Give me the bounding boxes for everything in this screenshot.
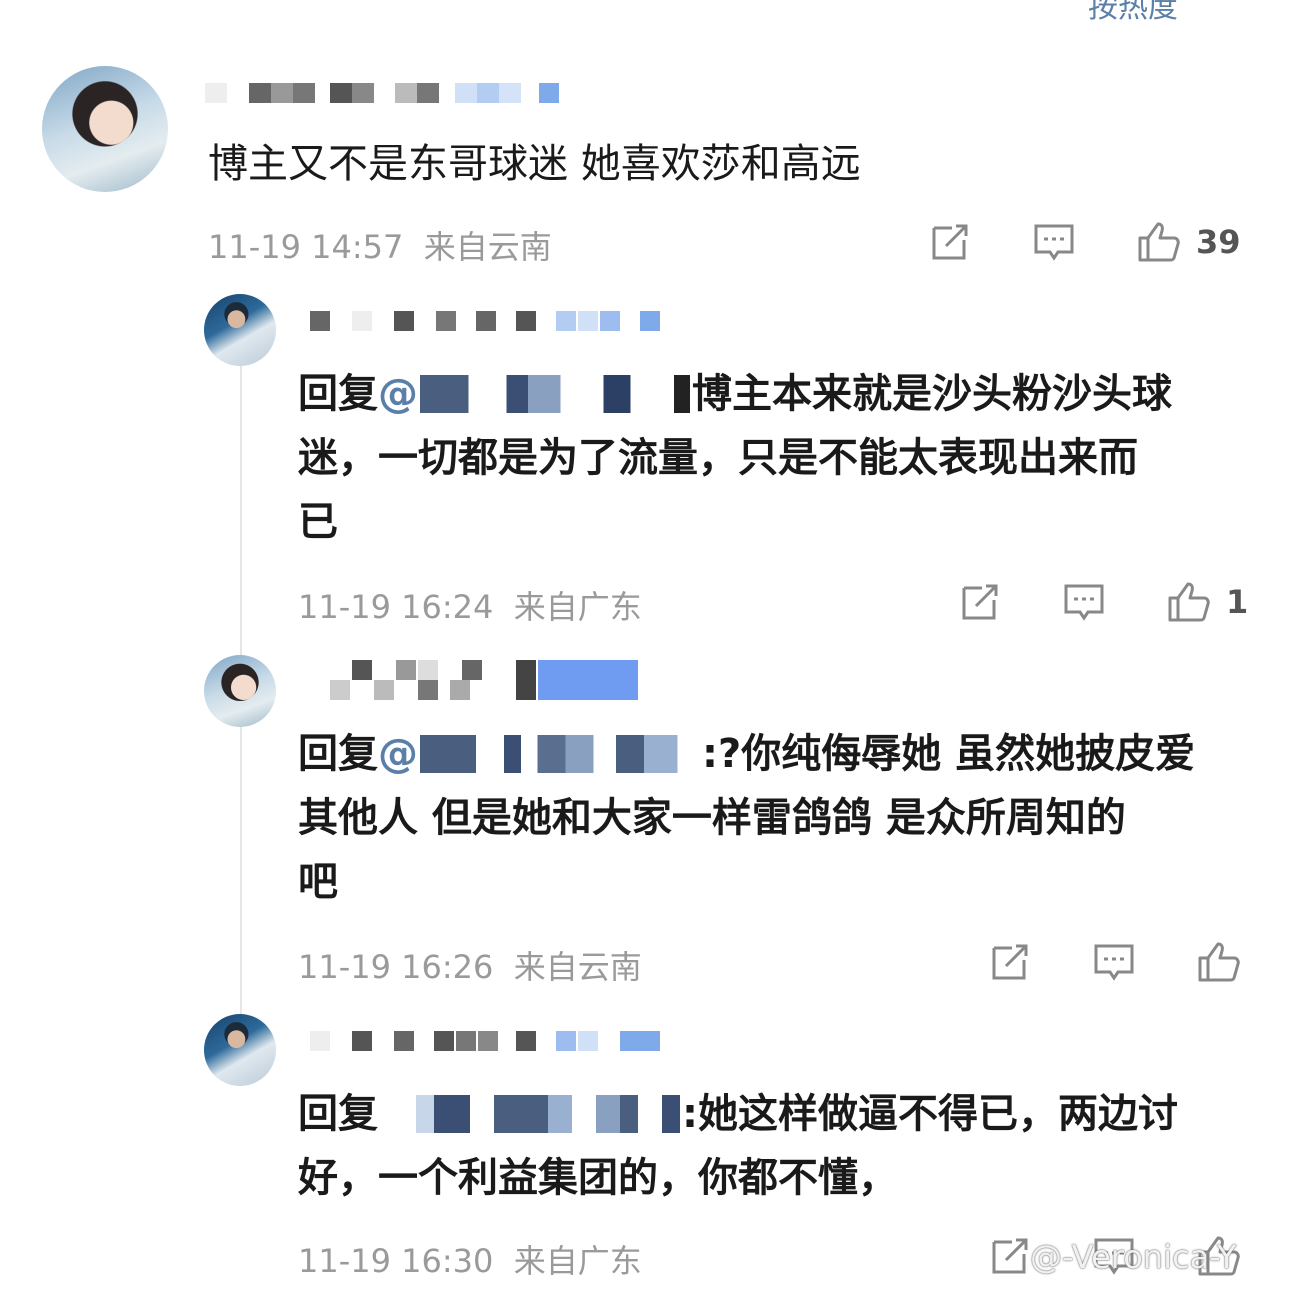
comment-time: 11-19 14:57: [208, 228, 404, 266]
comment-line-3: 已: [298, 499, 338, 545]
username-redacted[interactable]: [310, 1031, 670, 1051]
comment-actions: 1: [958, 580, 1248, 624]
mention-redacted[interactable]: [380, 1095, 680, 1133]
comment-icon[interactable]: [1062, 580, 1106, 624]
like-count: 1: [1226, 583, 1249, 621]
avatar[interactable]: [204, 294, 276, 366]
sort-by-hot-label[interactable]: 按热度: [1088, 0, 1178, 26]
comment-text: 回复 :她这样做逼不得已，两边讨 好，一个利益集团的，你都不懂，: [298, 1082, 1268, 1210]
like-icon[interactable]: [1196, 940, 1240, 984]
comment-location: 来自云南: [513, 948, 642, 986]
mention-link[interactable]: @: [378, 371, 418, 417]
comment-location: 来自云南: [423, 228, 552, 266]
comment-actions: 39: [928, 220, 1241, 264]
username-redacted[interactable]: [310, 311, 670, 331]
comment-meta: 11-19 16:30 来自广东: [298, 1236, 642, 1282]
comment-text: 博主又不是东哥球迷 她喜欢莎和高远: [208, 132, 861, 196]
like-icon[interactable]: [1136, 220, 1180, 264]
comment-time: 11-19 16:24: [298, 588, 494, 626]
share-icon[interactable]: [928, 220, 972, 264]
reply-prefix: 回复: [298, 731, 378, 777]
avatar[interactable]: [204, 1014, 276, 1086]
comment-line-2: 迷，一切都是为了流量，只是不能太表现出来而: [298, 435, 1138, 481]
avatar[interactable]: [204, 655, 276, 727]
comment-body: :?你纯侮辱她 虽然她披皮爱: [702, 731, 1196, 777]
mention-redacted[interactable]: [420, 375, 690, 413]
comment-icon[interactable]: [1032, 220, 1076, 264]
share-icon[interactable]: [958, 580, 1002, 624]
reply-prefix: 回复: [298, 371, 378, 417]
comment-meta: 11-19 14:57 来自云南: [208, 222, 552, 268]
like-count: 39: [1196, 223, 1241, 261]
comment-location: 来自广东: [513, 588, 642, 626]
watermark: @-Veronica-Y: [1030, 1238, 1237, 1276]
comment-line-2: 其他人 但是她和大家一样雷鸽鸽 是众所周知的: [298, 795, 1126, 841]
comment-body: 博主又不是东哥球迷 她喜欢莎和高远: [208, 141, 861, 187]
comment-text: 回复@ 博主本来就是沙头粉沙头球 迷，一切都是为了流量，只是不能太表现出来而 已: [298, 362, 1258, 554]
username-redacted[interactable]: [330, 660, 650, 700]
like-icon[interactable]: [1166, 580, 1210, 624]
comment-text: 回复@ :?你纯侮辱她 虽然她披皮爱 其他人 但是她和大家一样雷鸽鸽 是众所周知的…: [298, 722, 1268, 914]
comment-actions: [988, 940, 1256, 984]
comment-body: 博主本来就是沙头粉沙头球: [692, 371, 1172, 417]
comment-line-1: 回复 :她这样做逼不得已，两边讨: [298, 1082, 1268, 1146]
share-icon[interactable]: [988, 1234, 1032, 1278]
share-icon[interactable]: [988, 940, 1032, 984]
avatar[interactable]: [42, 66, 168, 192]
comment-meta: 11-19 16:24 来自广东: [298, 582, 642, 628]
comment-time: 11-19 16:30: [298, 1242, 494, 1280]
mention-redacted[interactable]: [420, 735, 700, 773]
comment-line-2: 好，一个利益集团的，你都不懂，: [298, 1155, 898, 1201]
comment-meta: 11-19 16:26 来自云南: [298, 942, 642, 988]
comment-line-1: 回复@ 博主本来就是沙头粉沙头球: [298, 362, 1258, 426]
comment-line-1: 回复@ :?你纯侮辱她 虽然她披皮爱: [298, 722, 1268, 786]
username-redacted[interactable]: [205, 83, 565, 103]
reply-prefix: 回复: [298, 1091, 378, 1137]
mention-link[interactable]: @: [378, 731, 418, 777]
comment-line-3: 吧: [298, 859, 338, 905]
comment-time: 11-19 16:26: [298, 948, 494, 986]
comment-icon[interactable]: [1092, 940, 1136, 984]
comment-body: :她这样做逼不得已，两边讨: [682, 1091, 1178, 1137]
comment-location: 来自广东: [513, 1242, 642, 1280]
